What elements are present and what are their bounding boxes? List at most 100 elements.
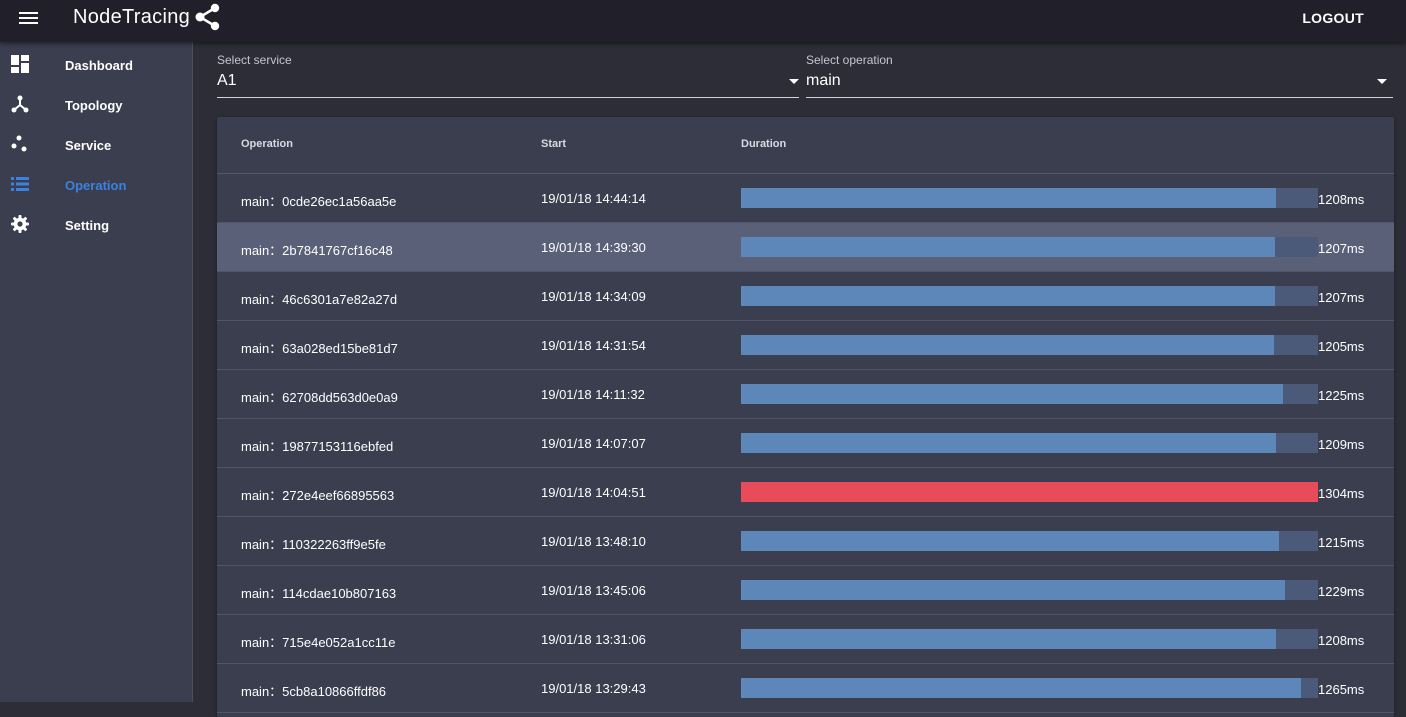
sidebar-item-topology[interactable]: Topology	[0, 84, 192, 124]
operation-cell: main：2b7841767cf16c48	[241, 243, 393, 258]
start-cell: 19/01/18 13:29:43	[541, 681, 646, 696]
duration-bar-track	[741, 531, 1318, 551]
operation-select-underline	[806, 97, 1393, 98]
service-select-label: Select service	[217, 53, 292, 67]
duration-value: 1205ms	[1318, 339, 1365, 354]
operation-cell: main：0cde26ec1a56aa5e	[241, 194, 397, 209]
sidebar-item-label: Setting	[65, 218, 110, 233]
table-row[interactable]: main：0cde26ec1a56aa5e 19/01/18 14:44:14 12…	[217, 174, 1394, 223]
start-cell: 19/01/18 13:48:10	[541, 534, 646, 549]
operation-cell: main：715e4e052a1cc11e	[241, 635, 396, 650]
sidebar-item-label: Dashboard	[65, 58, 133, 73]
table-row[interactable]: main：62708dd563d0e0a9 19/01/18 14:11:32 12…	[217, 370, 1394, 419]
column-header-operation[interactable]: Operation	[241, 138, 293, 150]
list-icon	[11, 177, 29, 191]
table-row[interactable]: main：2b7841767cf16c48 19/01/18 14:39:30 12…	[217, 223, 1394, 272]
gear-icon	[11, 215, 29, 233]
duration-bar	[741, 188, 1276, 208]
duration-value: 1304ms	[1318, 486, 1365, 501]
duration-bar-track	[741, 384, 1318, 404]
table-row[interactable]: main：19877153116ebfed 19/01/18 14:07:07 12…	[217, 419, 1394, 468]
table-row[interactable]: main：715e4e052a1cc11e 19/01/18 13:31:06 12…	[217, 615, 1394, 664]
duration-bar	[741, 384, 1283, 404]
table-row[interactable]: main：114cdae10b807163 19/01/18 13:45:06 12…	[217, 566, 1394, 615]
dashboard-icon	[11, 55, 29, 73]
operation-cell: main：110322263ff9e5fe	[241, 537, 386, 552]
sidebar-item-setting[interactable]: Setting	[0, 204, 192, 244]
service-select-value[interactable]: A1	[217, 72, 237, 90]
duration-value: 1208ms	[1318, 633, 1365, 648]
duration-bar-track	[741, 580, 1318, 600]
topology-icon	[11, 95, 29, 113]
start-cell: 19/01/18 13:31:06	[541, 632, 646, 647]
duration-bar-track	[741, 482, 1318, 502]
dropdown-arrow-icon[interactable]	[1377, 79, 1387, 84]
duration-value: 1215ms	[1318, 535, 1365, 550]
duration-bar	[741, 580, 1285, 600]
column-header-start[interactable]: Start	[541, 138, 566, 150]
duration-value: 1209ms	[1318, 437, 1365, 452]
sidebar-item-label: Operation	[65, 178, 127, 193]
duration-value: 1229ms	[1318, 584, 1365, 599]
sidebar-item-label: Topology	[65, 98, 123, 113]
operation-cell: main：19877153116ebfed	[241, 439, 394, 454]
duration-bar-track	[741, 433, 1318, 453]
start-cell: 19/01/18 13:45:06	[541, 583, 646, 598]
duration-bar	[741, 286, 1276, 306]
sidebar-item-operation[interactable]: Operation	[0, 164, 192, 204]
duration-value: 1207ms	[1318, 290, 1365, 305]
share-logo-icon	[195, 3, 220, 31]
start-cell: 19/01/18 14:04:51	[541, 485, 646, 500]
duration-value: 1225ms	[1318, 388, 1365, 403]
service-select-underline	[217, 97, 799, 98]
duration-bar-track	[741, 678, 1318, 698]
duration-bar-track	[741, 237, 1318, 257]
operation-select-label: Select operation	[806, 53, 893, 67]
duration-bar-track	[741, 335, 1318, 355]
table-row[interactable]: main：5cb8a10866ffdf86 19/01/18 13:29:43 12…	[217, 664, 1394, 713]
dropdown-arrow-icon[interactable]	[789, 79, 799, 84]
menu-icon[interactable]	[19, 11, 39, 27]
table-row[interactable]: main：46c6301a7e82a27d 19/01/18 14:34:09 12…	[217, 272, 1394, 321]
duration-bar-track	[741, 188, 1318, 208]
duration-bar	[741, 531, 1279, 551]
table-row[interactable]: main：272e4eef66895563 19/01/18 14:04:51 13…	[217, 468, 1394, 517]
operation-cell: main：62708dd563d0e0a9	[241, 390, 398, 405]
logout-button[interactable]: LOGOUT	[1302, 10, 1364, 26]
duration-bar	[741, 678, 1301, 698]
operation-cell: main：5cb8a10866ffdf86	[241, 684, 387, 699]
operation-cell: main：63a028ed15be81d7	[241, 341, 398, 356]
table-row[interactable]: main：63a028ed15be81d7 19/01/18 14:31:54 12…	[217, 321, 1394, 370]
start-cell: 19/01/18 14:39:30	[541, 240, 646, 255]
duration-bar	[741, 629, 1276, 649]
operation-select-value[interactable]: main	[806, 72, 841, 90]
table-header: Operation Start Duration	[217, 117, 1394, 174]
start-cell: 19/01/18 14:31:54	[541, 338, 646, 353]
duration-bar	[741, 335, 1275, 355]
column-header-duration[interactable]: Duration	[741, 138, 786, 150]
start-cell: 19/01/18 14:11:32	[541, 387, 645, 402]
duration-bar	[741, 433, 1276, 453]
sidebar-item-label: Service	[65, 138, 112, 153]
operation-cell: main：272e4eef66895563	[241, 488, 395, 503]
duration-bar-track	[741, 629, 1318, 649]
start-cell: 19/01/18 14:07:07	[541, 436, 646, 451]
sidebar-item-service[interactable]: Service	[0, 124, 192, 164]
table-row[interactable]: main：110322263ff9e5fe 19/01/18 13:48:10 12…	[217, 517, 1394, 566]
service-icon	[11, 135, 27, 152]
duration-value: 1208ms	[1318, 192, 1365, 207]
start-cell: 19/01/18 14:44:14	[541, 191, 646, 206]
duration-value: 1265ms	[1318, 682, 1365, 697]
sidebar: Dashboard Topology Service Operation Set…	[0, 42, 193, 702]
app-title[interactable]: NodeTracing	[73, 6, 190, 29]
operation-cell: main：46c6301a7e82a27d	[241, 292, 398, 307]
app-bar: NodeTracing LOGOUT	[0, 0, 1406, 42]
sidebar-item-dashboard[interactable]: Dashboard	[0, 44, 192, 84]
duration-bar-track	[741, 286, 1318, 306]
start-cell: 19/01/18 14:34:09	[541, 289, 646, 304]
operation-cell: main：114cdae10b807163	[241, 586, 397, 601]
duration-bar	[741, 237, 1276, 257]
duration-value: 1207ms	[1318, 241, 1365, 256]
duration-bar	[741, 482, 1318, 502]
operations-table: Operation Start Duration main：0cde26ec1a…	[217, 117, 1394, 717]
